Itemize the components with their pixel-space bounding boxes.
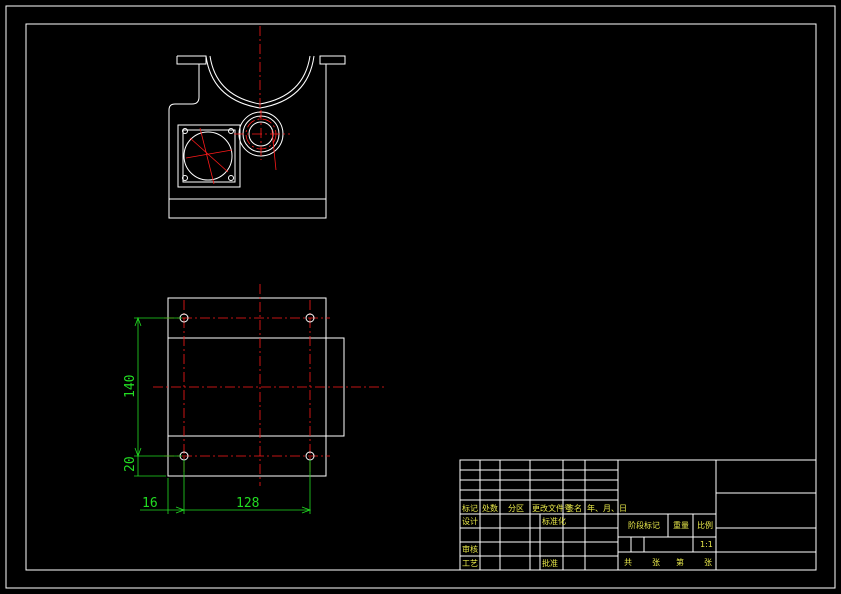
tb-label-mark: 标记 <box>462 503 478 513</box>
flange-bolt-hole <box>228 175 234 181</box>
plan-view <box>153 284 386 486</box>
tb-label-count: 处数 <box>482 503 498 513</box>
cad-drawing: 140 20 16 128 标记 处数 分区 更改文件号 签名 年、月、日 设计… <box>5 5 836 589</box>
front-view <box>168 26 346 219</box>
tb-label-sheets: 张 <box>652 558 660 567</box>
square-flange-inner <box>182 129 236 183</box>
tb-label-approve: 批准 <box>542 558 558 568</box>
dim-128: 128 <box>236 496 259 511</box>
tb-label-design: 设计 <box>462 516 478 526</box>
tb-label-standardization: 标准化 <box>542 516 566 526</box>
dim-16: 16 <box>142 496 158 511</box>
flange-cross-a <box>185 149 233 159</box>
outer-border <box>5 5 836 589</box>
dim-20: 20 <box>123 456 138 472</box>
left-flange <box>176 56 199 65</box>
tb-scale-value: 1:1 <box>700 540 713 549</box>
bracket-outline <box>168 55 346 219</box>
flange-cross-c <box>189 137 229 173</box>
tb-label-no: 第 <box>676 557 684 567</box>
title-block: 标记 处数 分区 更改文件号 签名 年、月、日 设计 标准化 审核 工艺 批准 … <box>459 459 817 571</box>
dim-140: 140 <box>123 375 138 398</box>
tb-label-review: 审核 <box>462 544 478 554</box>
tb-label-process: 工艺 <box>462 559 478 568</box>
tb-label-sign: 签名 <box>566 503 582 513</box>
flange-cross-b <box>199 127 215 185</box>
title-block-frame <box>459 459 817 571</box>
dimensions: 140 20 16 128 <box>123 316 312 514</box>
tb-label-weight: 重量 <box>673 520 689 530</box>
flange-bolt-hole <box>228 128 234 134</box>
tb-label-zone: 分区 <box>508 504 524 513</box>
inner-frame <box>25 23 817 571</box>
tb-label-total: 共 <box>624 558 632 567</box>
tb-label-sheet: 张 <box>704 558 712 567</box>
tb-label-scale: 比例 <box>697 520 713 530</box>
tb-label-stage: 阶段标记 <box>628 520 660 530</box>
tb-label-date: 年、月、日 <box>587 503 627 513</box>
